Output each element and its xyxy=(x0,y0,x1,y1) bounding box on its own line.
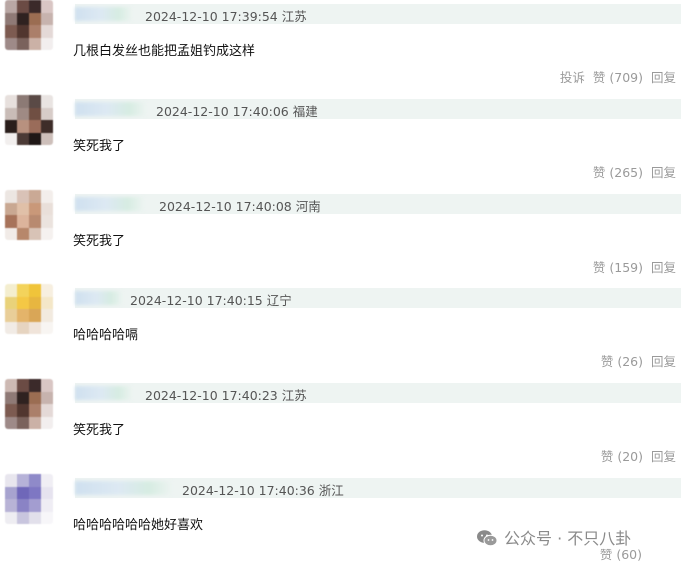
comment-time: 2024-12-10 17:40:36 xyxy=(182,483,315,498)
report-button[interactable]: 投诉 xyxy=(560,70,585,85)
comment-actions: 赞 (265) 回复 xyxy=(585,162,676,181)
comment-actions: 赞 (20) 回复 xyxy=(593,446,676,465)
comment-item: 2024-12-10 17:40:36 浙江哈哈哈哈哈哈她好喜欢赞 (60) xyxy=(0,474,688,569)
avatar[interactable] xyxy=(5,190,53,240)
avatar[interactable] xyxy=(5,0,53,50)
comment-actions: 投诉赞 (709) 回复 xyxy=(552,67,676,86)
comment-actions: 赞 (26) 回复 xyxy=(593,351,676,370)
reply-button[interactable]: 回复 xyxy=(651,165,676,180)
username-blurred[interactable] xyxy=(75,102,147,116)
comment-text: 笑死我了 xyxy=(73,139,126,154)
username-blurred[interactable] xyxy=(75,386,133,400)
comment-meta: 2024-12-10 17:40:15 辽宁 xyxy=(75,288,681,308)
comment-time: 2024-12-10 17:40:06 xyxy=(156,104,289,119)
comment-location: 河南 xyxy=(291,199,321,214)
comment-text: 几根白发丝也能把孟姐钓成这样 xyxy=(73,44,256,59)
comment-time-location: 2024-12-10 17:40:36 浙江 xyxy=(182,480,344,499)
avatar[interactable] xyxy=(5,474,53,524)
comment-text: 哈哈哈哈嗝 xyxy=(73,328,139,343)
comment-text: 哈哈哈哈哈哈她好喜欢 xyxy=(73,518,204,533)
comment-text: 笑死我了 xyxy=(73,423,126,438)
like-button[interactable]: 赞 (20) xyxy=(601,449,643,464)
username-blurred[interactable] xyxy=(75,481,173,495)
reply-button[interactable]: 回复 xyxy=(651,449,676,464)
watermark: 公众号 · 不只八卦 xyxy=(476,525,632,549)
comment-item: 2024-12-10 17:40:06 福建笑死我了赞 (265) 回复 xyxy=(0,95,688,190)
like-button[interactable]: 赞 (159) xyxy=(593,260,643,275)
avatar[interactable] xyxy=(5,95,53,145)
comment-location: 辽宁 xyxy=(262,293,292,308)
avatar[interactable] xyxy=(5,379,53,429)
reply-button[interactable]: 回复 xyxy=(651,354,676,369)
watermark-text: 公众号 · 不只八卦 xyxy=(504,529,632,548)
comment-item: 2024-12-10 17:40:15 辽宁哈哈哈哈嗝赞 (26) 回复 xyxy=(0,284,688,379)
like-button[interactable]: 赞 (60) xyxy=(600,547,642,562)
comment-time-location: 2024-12-10 17:40:23 江苏 xyxy=(145,385,307,404)
comment-location: 江苏 xyxy=(277,388,307,403)
comment-time: 2024-12-10 17:40:23 xyxy=(145,388,278,403)
comment-time: 2024-12-10 17:39:54 xyxy=(145,9,278,24)
like-button[interactable]: 赞 (265) xyxy=(593,165,643,180)
comment-item: 2024-12-10 17:40:23 江苏笑死我了赞 (20) 回复 xyxy=(0,379,688,474)
comment-location: 浙江 xyxy=(314,483,344,498)
comment-meta: 2024-12-10 17:39:54 江苏 xyxy=(75,4,681,24)
comment-time: 2024-12-10 17:40:15 xyxy=(130,293,263,308)
comment-item: 2024-12-10 17:40:08 河南笑死我了赞 (159) 回复 xyxy=(0,190,688,285)
reply-button[interactable]: 回复 xyxy=(651,70,676,85)
avatar[interactable] xyxy=(5,284,53,334)
reply-button[interactable]: 回复 xyxy=(651,260,676,275)
comment-time: 2024-12-10 17:40:08 xyxy=(159,199,292,214)
comment-location: 福建 xyxy=(288,104,318,119)
comment-time-location: 2024-12-10 17:40:08 河南 xyxy=(159,196,321,215)
username-blurred[interactable] xyxy=(75,7,133,21)
username-blurred[interactable] xyxy=(75,197,145,211)
comment-time-location: 2024-12-10 17:40:06 福建 xyxy=(156,101,318,120)
comment-location: 江苏 xyxy=(277,9,307,24)
comment-meta: 2024-12-10 17:40:08 河南 xyxy=(75,194,681,214)
comment-actions: 赞 (159) 回复 xyxy=(585,257,676,276)
comment-meta: 2024-12-10 17:40:06 福建 xyxy=(75,99,681,119)
comment-text: 笑死我了 xyxy=(73,234,126,249)
username-blurred[interactable] xyxy=(75,291,123,305)
like-button[interactable]: 赞 (26) xyxy=(601,354,643,369)
comment-time-location: 2024-12-10 17:40:15 辽宁 xyxy=(130,290,292,309)
like-button[interactable]: 赞 (709) xyxy=(593,70,643,85)
comment-time-location: 2024-12-10 17:39:54 江苏 xyxy=(145,6,307,25)
comment-meta: 2024-12-10 17:40:23 江苏 xyxy=(75,383,681,403)
comment-item: 2024-12-10 17:39:54 江苏几根白发丝也能把孟姐钓成这样投诉赞 … xyxy=(0,0,688,95)
wechat-icon xyxy=(477,530,498,547)
comment-meta: 2024-12-10 17:40:36 浙江 xyxy=(75,478,681,498)
